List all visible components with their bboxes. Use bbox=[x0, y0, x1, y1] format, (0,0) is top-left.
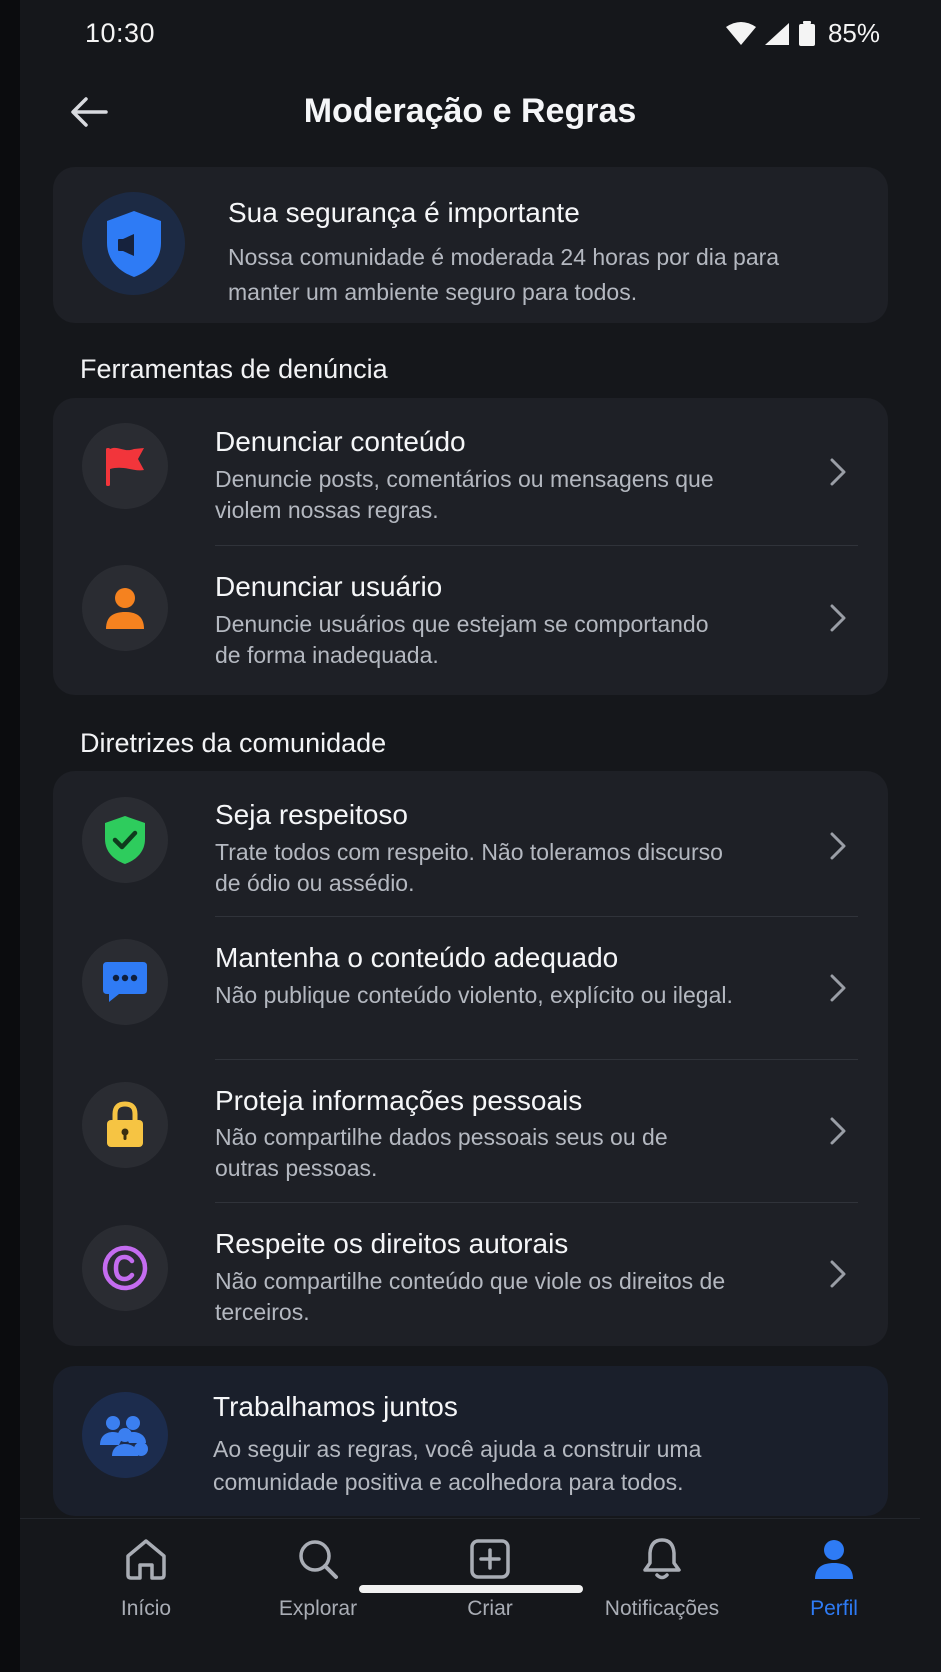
guideline-content-row[interactable]: Mantenha o conteúdo adequado Não publiqu… bbox=[53, 917, 888, 1059]
guideline-respectful-row[interactable]: Seja respeitoso Trate todos com respeito… bbox=[53, 771, 888, 916]
search-icon bbox=[296, 1533, 340, 1585]
nav-home-label: Início bbox=[120, 1597, 172, 1620]
together-title: Trabalhamos juntos bbox=[213, 1391, 458, 1422]
bottom-navigation: Início Explorar Criar Notificações Perfi… bbox=[20, 1518, 920, 1672]
guideline-privacy-description: Não compartilhe dados pessoais seus ou d… bbox=[215, 1124, 668, 1181]
guideline-privacy-row[interactable]: Proteja informações pessoais Não compart… bbox=[53, 1060, 888, 1202]
copyright-icon bbox=[82, 1225, 168, 1311]
chevron-right-icon bbox=[826, 1115, 850, 1147]
report-user-row[interactable]: Denunciar usuário Denuncie usuários que … bbox=[53, 546, 888, 695]
guidelines-section-title: Diretrizes da comunidade bbox=[80, 728, 387, 758]
home-icon bbox=[124, 1533, 168, 1585]
app-screen: 10:30 85% Moderação e Regras Sua seguran… bbox=[20, 0, 941, 1672]
nav-explore[interactable]: Explorar bbox=[232, 1533, 404, 1633]
battery-icon bbox=[798, 20, 816, 47]
together-description: Ao seguir as regras, você ajuda a constr… bbox=[213, 1436, 702, 1495]
report-section-title: Ferramentas de denúncia bbox=[80, 354, 388, 384]
header: Moderação e Regras bbox=[20, 72, 920, 156]
status-time: 10:30 bbox=[85, 18, 156, 48]
shield-icon bbox=[82, 192, 185, 295]
chevron-right-icon bbox=[826, 972, 850, 1004]
user-icon bbox=[82, 565, 168, 651]
guideline-copyright-title: Respeite os direitos autorais bbox=[215, 1228, 569, 1259]
status-bar: 10:30 85% bbox=[20, 0, 920, 68]
status-icons: 85% bbox=[725, 18, 880, 49]
nav-notifications-label: Notificações bbox=[604, 1597, 720, 1620]
plus-square-icon bbox=[468, 1533, 512, 1585]
nav-profile[interactable]: Perfil bbox=[748, 1533, 920, 1633]
safety-info-description: Nossa comunidade é moderada 24 horas por… bbox=[228, 244, 780, 305]
chevron-right-icon bbox=[826, 1258, 850, 1290]
nav-home[interactable]: Início bbox=[60, 1533, 232, 1633]
shield-check-icon bbox=[82, 797, 168, 883]
chevron-right-icon bbox=[826, 830, 850, 862]
guideline-respectful-title: Seja respeitoso bbox=[215, 799, 409, 830]
report-content-title: Denunciar conteúdo bbox=[215, 426, 466, 457]
battery-percentage: 85% bbox=[827, 18, 880, 48]
cellular-signal-icon bbox=[764, 22, 790, 46]
home-indicator bbox=[359, 1585, 583, 1593]
report-user-description: Denuncie usuários que estejam se comport… bbox=[215, 611, 709, 668]
report-content-row[interactable]: Denunciar conteúdo Denuncie posts, comen… bbox=[53, 398, 888, 545]
guideline-content-description: Não publique conteúdo violento, explícit… bbox=[215, 982, 733, 1008]
guideline-content-title: Mantenha o conteúdo adequado bbox=[215, 942, 619, 973]
nav-create-label: Criar bbox=[467, 1597, 513, 1620]
guidelines-card: Seja respeitoso Trate todos com respeito… bbox=[53, 771, 888, 1346]
bell-icon bbox=[640, 1533, 684, 1585]
profile-icon bbox=[812, 1533, 856, 1585]
page-title: Moderação e Regras bbox=[303, 92, 637, 130]
safety-info-card: Sua segurança é importante Nossa comunid… bbox=[53, 167, 888, 323]
flag-icon bbox=[82, 423, 168, 509]
report-user-title: Denunciar usuário bbox=[215, 571, 443, 602]
nav-create[interactable]: Criar bbox=[404, 1533, 576, 1633]
wifi-icon bbox=[725, 21, 756, 46]
nav-notifications[interactable]: Notificações bbox=[576, 1533, 748, 1633]
guideline-copyright-description: Não compartilhe conteúdo que viole os di… bbox=[215, 1268, 726, 1325]
guideline-privacy-title: Proteja informações pessoais bbox=[215, 1085, 583, 1116]
report-tools-card: Denunciar conteúdo Denuncie posts, comen… bbox=[53, 398, 888, 695]
nav-explore-label: Explorar bbox=[278, 1597, 358, 1620]
chevron-right-icon bbox=[826, 602, 850, 634]
together-card: Trabalhamos juntos Ao seguir as regras, … bbox=[53, 1366, 888, 1516]
chevron-right-icon bbox=[826, 456, 850, 488]
lock-icon bbox=[82, 1082, 168, 1168]
nav-profile-label: Perfil bbox=[810, 1597, 858, 1620]
safety-info-title: Sua segurança é importante bbox=[228, 197, 580, 228]
group-icon bbox=[82, 1392, 168, 1478]
guideline-respectful-description: Trate todos com respeito. Não toleramos … bbox=[215, 839, 723, 896]
report-content-description: Denuncie posts, comentários ou mensagens… bbox=[215, 466, 714, 523]
guideline-copyright-row[interactable]: Respeite os direitos autorais Não compar… bbox=[53, 1203, 888, 1346]
chat-bubble-icon bbox=[82, 939, 168, 1025]
